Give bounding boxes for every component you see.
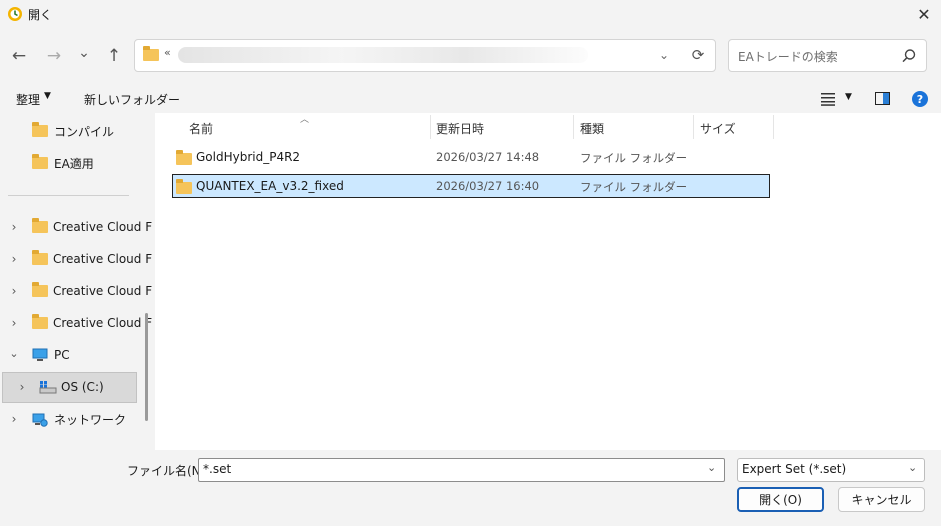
column-divider[interactable] (430, 115, 431, 139)
column-divider[interactable] (773, 115, 774, 139)
search-icon[interactable] (900, 47, 918, 65)
window-title: 開く (28, 8, 53, 22)
file-type: ファイル フォルダー (580, 151, 688, 165)
file-modified: 2026/03/27 14:48 (436, 150, 540, 164)
folder-icon (32, 282, 48, 297)
file-name: GoldHybrid_P4R2 (196, 150, 301, 164)
folder-icon (32, 314, 48, 329)
chevron-right-icon[interactable]: › (9, 284, 19, 298)
network-icon (32, 413, 48, 427)
sidebar-scrollbar[interactable] (145, 313, 148, 421)
folder-icon (32, 218, 48, 233)
folder-icon (32, 154, 48, 169)
sidebar-item-label: Creative Cloud F (53, 220, 153, 234)
folder-icon (176, 150, 192, 165)
filename-value[interactable]: *.set (203, 462, 231, 476)
sidebar-item-network[interactable]: ネットワーク (32, 405, 126, 433)
chevron-down-icon[interactable]: ⌄ (656, 46, 672, 64)
sidebar-item-pc[interactable]: PC (32, 341, 70, 369)
sort-ascending-icon: ︿ (300, 115, 310, 125)
sidebar-item-label: Creative Cloud F (53, 284, 153, 298)
chevron-down-icon[interactable]: ⌄ (9, 347, 19, 360)
sidebar-item-creative-cloud[interactable]: Creative Cloud F (32, 277, 152, 305)
file-type: ファイル フォルダー (580, 180, 688, 194)
file-modified: 2026/03/27 16:40 (436, 179, 540, 193)
chevron-right-icon[interactable]: › (9, 252, 19, 266)
forward-button[interactable]: → (42, 43, 66, 69)
file-name: QUANTEX_EA_v3.2_fixed (196, 179, 344, 193)
column-divider[interactable] (693, 115, 694, 139)
address-path-redacted (178, 47, 588, 63)
caret-down-icon[interactable]: ▼ (44, 91, 51, 101)
sidebar-item-compile[interactable]: コンパイル (32, 117, 114, 145)
sidebar-divider (8, 195, 129, 196)
filename-input[interactable] (198, 458, 725, 482)
table-row-selected[interactable]: QUANTEX_EA_v3.2_fixed 2026/03/27 16:40 フ… (172, 174, 770, 198)
table-row[interactable]: GoldHybrid_P4R2 2026/03/27 14:48 ファイル フォ… (172, 146, 770, 170)
caret-down-icon[interactable]: ▼ (845, 92, 852, 102)
sidebar-item-label: コンパイル (54, 124, 115, 139)
chevron-right-icon[interactable]: › (9, 220, 19, 234)
chevron-right-icon[interactable]: › (9, 412, 19, 426)
pc-icon (32, 348, 48, 361)
drive-icon (39, 381, 57, 394)
address-overflow[interactable]: « (164, 46, 171, 59)
chevron-right-icon[interactable]: › (17, 380, 27, 394)
column-header-modified[interactable]: 更新日時 (436, 120, 484, 137)
chevron-down-icon[interactable]: ⌄ (908, 461, 917, 474)
cancel-button[interactable]: キャンセル (838, 487, 925, 512)
new-folder-button[interactable]: 新しいフォルダー (84, 91, 180, 108)
sidebar-item-label: PC (54, 348, 70, 362)
folder-icon (143, 46, 159, 61)
sidebar-item-os-c[interactable]: OS (C:) (39, 373, 104, 401)
recent-locations-button[interactable]: ⌄ (72, 40, 96, 66)
sidebar-item-creative-cloud[interactable]: Creative Cloud F (32, 309, 152, 337)
organize-button[interactable]: 整理 (16, 91, 40, 108)
up-button[interactable]: ↑ (102, 43, 126, 69)
column-header-type[interactable]: 種類 (580, 120, 604, 137)
chevron-right-icon[interactable]: › (9, 316, 19, 330)
sidebar-item-label: OS (C:) (61, 380, 104, 394)
chevron-down-icon[interactable]: ⌄ (707, 461, 716, 474)
sidebar-item-creative-cloud[interactable]: Creative Cloud F (32, 213, 152, 241)
column-header-name[interactable]: 名前 (189, 120, 213, 137)
back-button[interactable]: ← (7, 43, 31, 69)
folder-icon (32, 250, 48, 265)
view-options-icon[interactable] (820, 92, 836, 106)
help-icon[interactable]: ? (912, 91, 928, 107)
sidebar-item-label: Creative Cloud F (53, 252, 153, 266)
file-type-filter-value[interactable]: Expert Set (*.set) (742, 462, 846, 476)
title-bar (0, 0, 941, 28)
search-placeholder[interactable]: EAトレードの検索 (738, 48, 838, 65)
close-button[interactable]: ✕ (910, 2, 938, 26)
column-header-size[interactable]: サイズ (700, 120, 736, 137)
sidebar-item-label: Creative Cloud F (53, 316, 153, 330)
sidebar-item-ea-apply[interactable]: EA適用 (32, 149, 94, 177)
column-divider[interactable] (573, 115, 574, 139)
sidebar-item-creative-cloud[interactable]: Creative Cloud F (32, 245, 152, 273)
sidebar-item-label: ネットワーク (54, 412, 127, 427)
folder-icon (176, 179, 192, 194)
folder-icon (32, 122, 48, 137)
sidebar-item-label: EA適用 (54, 156, 94, 171)
preview-pane-icon[interactable] (875, 92, 890, 105)
refresh-button[interactable]: ⟳ (688, 45, 708, 65)
open-button[interactable]: 開く(O) (737, 487, 824, 512)
app-icon (8, 7, 22, 21)
